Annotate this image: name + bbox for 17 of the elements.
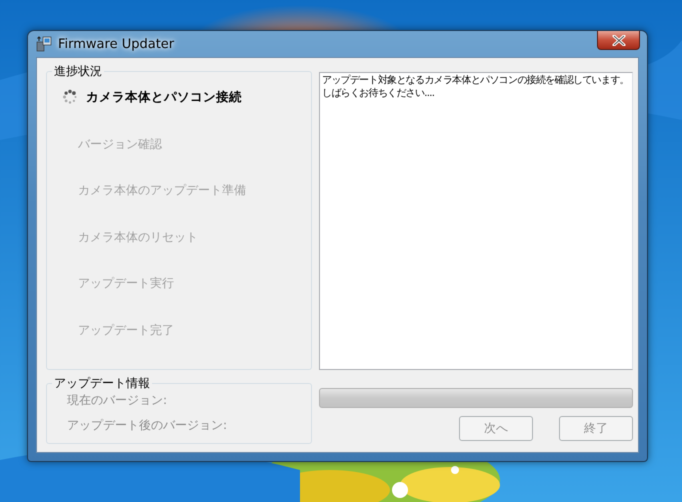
window-title: Firmware Updater <box>58 36 174 52</box>
message-line: しばらくお待ちください.... <box>322 87 434 100</box>
step-label: バージョン確認 <box>77 136 162 152</box>
close-button[interactable] <box>597 31 640 50</box>
group-title: アップデート情報 <box>52 375 152 392</box>
step-label: カメラ本体とパソコン接続 <box>86 89 242 106</box>
step-label: カメラ本体のアップデート準備 <box>77 182 246 199</box>
step-label: アップデート完了 <box>77 322 174 338</box>
field-label: 現在のバージョン: <box>67 392 168 409</box>
message-line: アップデート対象となるカメラ本体とパソコンの接続を確認しています。 <box>322 74 629 87</box>
close-icon <box>612 34 626 46</box>
spinner-icon <box>62 89 78 105</box>
step-label: カメラ本体のリセット <box>77 228 198 246</box>
camera-computer-icon <box>36 36 52 52</box>
field-label: アップデート後のバージョン: <box>67 417 228 434</box>
step-label: アップデート実行 <box>77 275 174 292</box>
group-title: 進捗状況 <box>52 63 104 80</box>
